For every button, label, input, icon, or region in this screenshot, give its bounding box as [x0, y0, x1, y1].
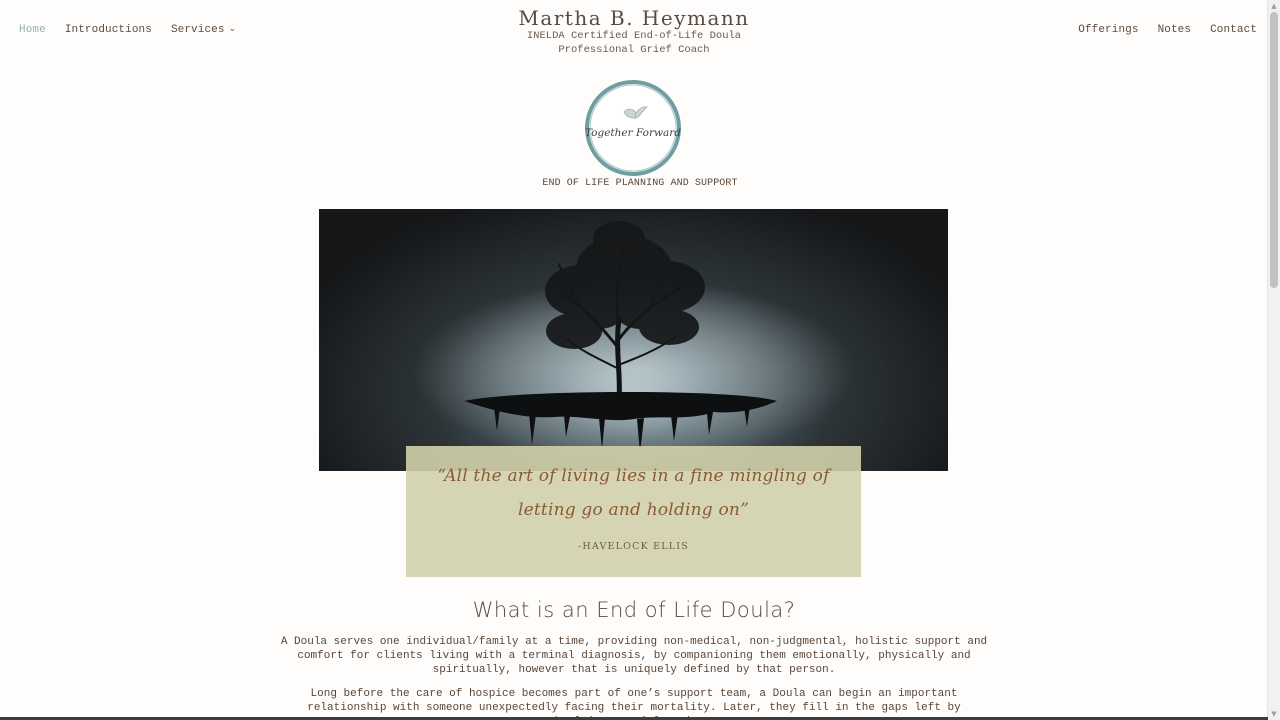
scroll-up-arrow-icon[interactable]: ▲: [1268, 0, 1280, 12]
logo-emblem: Together Forward: [585, 80, 681, 176]
section-heading: What is an End of Life Doula?: [472, 598, 796, 622]
second-paragraph: Long before the care of hospice becomes …: [307, 688, 961, 720]
floating-tree-illustration: [319, 209, 948, 471]
quote-attribution: -HAVELOCK ELLIS: [578, 541, 689, 552]
nav-right: Offerings Notes Contact: [1078, 24, 1257, 36]
scrollbar-thumb[interactable]: [1270, 12, 1278, 288]
nav-contact[interactable]: Contact: [1210, 24, 1257, 36]
hero-quote: “All the art of living lies in a fine mi…: [437, 466, 830, 520]
logo-script-text: Together Forward: [585, 127, 681, 139]
logo-tagline: END OF LIFE PLANNING AND SUPPORT: [542, 178, 738, 189]
page-scrollbar[interactable]: ▲ ▼: [1267, 0, 1280, 720]
scroll-down-arrow-icon[interactable]: ▼: [1268, 708, 1280, 720]
together-forward-logo: Together Forward: [584, 79, 682, 177]
site-header: Home Introductions Services ⌄ Martha B. H…: [0, 0, 1268, 62]
hero-image: [319, 209, 948, 471]
quote-card: “All the art of living lies in a fine mi…: [406, 446, 861, 577]
nav-offerings[interactable]: Offerings: [1078, 24, 1138, 36]
site-subtitle-role: Professional Grief Coach: [558, 44, 710, 56]
intro-paragraph: A Doula serves one individual/family at …: [280, 636, 988, 676]
nav-notes[interactable]: Notes: [1158, 24, 1192, 36]
